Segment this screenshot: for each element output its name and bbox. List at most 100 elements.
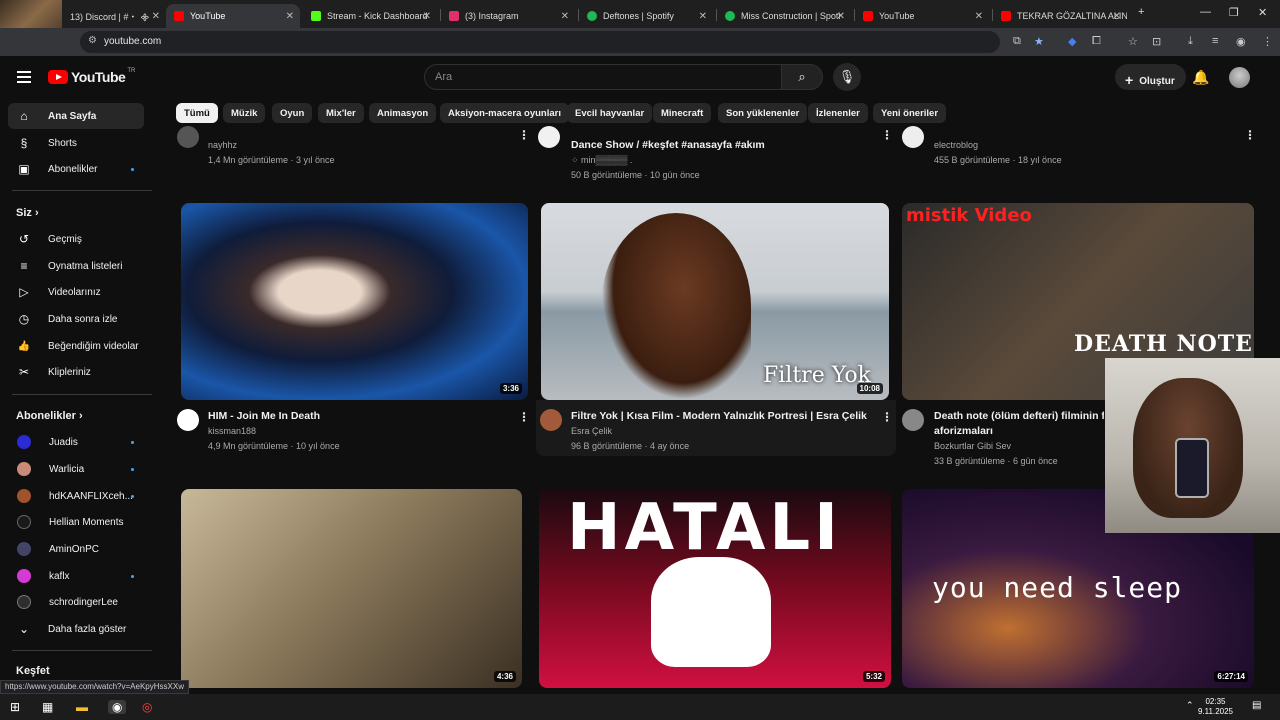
new-tab-button[interactable]: + bbox=[1138, 6, 1144, 18]
video-title[interactable]: Death note (ölüm defteri) filminin fel bbox=[934, 410, 1104, 422]
search-input[interactable]: Ara bbox=[424, 64, 782, 90]
video-title[interactable]: Filtre Yok | Kısa Film - Modern Yalnızlı… bbox=[571, 410, 868, 422]
more-options-icon[interactable]: ⋮ bbox=[518, 128, 530, 142]
tab-discord[interactable]: 13) Discord | #・ ᯽ · ✕ bbox=[62, 4, 166, 28]
channel-avatar[interactable] bbox=[177, 409, 199, 431]
windows-start-icon[interactable]: ⊞ bbox=[10, 700, 20, 714]
youtube-logo[interactable]: YouTube TR bbox=[48, 68, 135, 85]
sidebar-sub-schrodingerlee[interactable]: schrodingerLee bbox=[8, 589, 144, 615]
file-explorer-icon[interactable]: ▬ bbox=[76, 700, 88, 714]
tab-youtube-2[interactable]: YouTube ✕ bbox=[855, 4, 989, 28]
sidebar-heading-subscriptions[interactable]: Abonelikler › bbox=[16, 410, 83, 422]
channel-avatar[interactable] bbox=[902, 409, 924, 431]
favorites-icon[interactable]: ☆ bbox=[1128, 35, 1138, 48]
taskbar-clock[interactable]: 02:35 9.11.2025 bbox=[1198, 697, 1233, 717]
app-icon[interactable]: ◎ bbox=[142, 700, 152, 714]
channel-avatar[interactable] bbox=[177, 126, 199, 148]
tab-kick[interactable]: Stream - Kick Dashboard ✕ bbox=[303, 4, 437, 28]
hamburger-menu-icon[interactable] bbox=[17, 71, 31, 86]
chip-gaming[interactable]: Oyun bbox=[272, 103, 313, 123]
close-icon[interactable]: ✕ bbox=[1113, 11, 1121, 22]
chrome-icon[interactable]: ◉ bbox=[108, 700, 127, 714]
video-title[interactable]: Dance Show / #keşfet #anasayfa #akım bbox=[571, 139, 765, 151]
video-title-line2[interactable]: aforizmaları bbox=[934, 425, 1104, 437]
close-icon[interactable]: ✕ bbox=[699, 11, 707, 22]
menu-icon[interactable]: ⋮ bbox=[1262, 35, 1273, 48]
user-avatar[interactable] bbox=[1229, 67, 1250, 88]
chip-music[interactable]: Müzik bbox=[223, 103, 266, 123]
sidebar-sub-kaflx[interactable]: kaflx bbox=[8, 563, 144, 589]
video-thumbnail[interactable]: Filtre Yok 10:08 bbox=[541, 203, 889, 400]
sidebar-item-shorts[interactable]: § Shorts bbox=[8, 130, 144, 156]
more-options-icon[interactable]: ⋮ bbox=[518, 410, 530, 424]
chip-all[interactable]: Tümü bbox=[176, 103, 218, 123]
channel-name[interactable]: Esra Çelik bbox=[571, 426, 612, 436]
tab-spotify-miss[interactable]: Miss Construction | Spoti ✕ bbox=[717, 4, 851, 28]
close-window-icon[interactable]: ✕ bbox=[1258, 6, 1267, 19]
chip-minecraft[interactable]: Minecraft bbox=[653, 103, 712, 123]
chip-watched[interactable]: İzlenenler bbox=[808, 103, 868, 123]
sidebar-item-history[interactable]: ↺ Geçmiş bbox=[8, 226, 144, 252]
tab-youtube-active[interactable]: YouTube ✕ bbox=[166, 4, 300, 28]
sidebar-item-watch-later[interactable]: ◷ Daha sonra izle bbox=[8, 306, 144, 332]
close-icon[interactable]: ✕ bbox=[837, 11, 845, 22]
site-info-icon[interactable]: ⚙ bbox=[88, 35, 97, 46]
video-title[interactable]: HIM - Join Me In Death bbox=[208, 410, 320, 422]
chip-animation[interactable]: Animasyon bbox=[369, 103, 437, 123]
tray-chevron-icon[interactable]: ⌃ bbox=[1186, 700, 1194, 711]
search-button[interactable]: ⌕ bbox=[781, 64, 823, 90]
url-field[interactable]: ⚙ youtube.com bbox=[80, 31, 1000, 53]
extension-icon[interactable]: ◆ bbox=[1068, 35, 1076, 48]
more-options-icon[interactable]: ⋮ bbox=[881, 128, 893, 142]
install-icon[interactable]: ⧉ bbox=[1013, 35, 1021, 48]
more-options-icon[interactable]: ⋮ bbox=[1244, 128, 1256, 142]
channel-avatar[interactable] bbox=[902, 126, 924, 148]
tab-instagram[interactable]: (3) Instagram ✕ bbox=[441, 4, 575, 28]
sidebar-sub-aminonpc[interactable]: AminOnPC bbox=[8, 536, 144, 562]
profile-icon[interactable]: ◉ bbox=[1236, 35, 1246, 48]
minimize-icon[interactable]: — bbox=[1200, 6, 1211, 18]
sidebar-sub-warlicia[interactable]: Warlicia bbox=[8, 456, 144, 482]
sidebar-show-more[interactable]: ⌄ Daha fazla göster bbox=[8, 616, 144, 642]
channel-avatar[interactable] bbox=[540, 409, 562, 431]
task-view-icon[interactable]: ▦ bbox=[42, 700, 53, 714]
notification-center-icon[interactable]: ▤ bbox=[1252, 700, 1261, 711]
bookmark-star-icon[interactable]: ★ bbox=[1034, 35, 1044, 48]
chip-new-to-you[interactable]: Yeni öneriler bbox=[873, 103, 947, 123]
chip-mixes[interactable]: Mix'ler bbox=[318, 103, 364, 123]
video-thumbnail[interactable]: 4:36 bbox=[181, 489, 522, 688]
channel-name[interactable]: ⁘ min▒▒▒▒▒ . bbox=[571, 155, 632, 166]
channel-name[interactable]: nayhhz bbox=[208, 140, 237, 150]
tab-youtube-3[interactable]: TEKRAR GÖZALTINA ALIN ✕ bbox=[993, 4, 1127, 28]
chip-action-adventure[interactable]: Aksiyon-macera oyunları bbox=[440, 103, 569, 123]
sidebar-item-subscriptions[interactable]: ▣ Abonelikler bbox=[8, 156, 144, 182]
video-thumbnail[interactable]: HATALI 5:32 bbox=[539, 489, 891, 688]
chip-pets[interactable]: Evcil hayvanlar bbox=[567, 103, 653, 123]
video-thumbnail[interactable]: 3:36 bbox=[181, 203, 528, 400]
voice-search-button[interactable]: 🎙 bbox=[833, 63, 861, 91]
collections-icon[interactable]: ⊡ bbox=[1152, 35, 1161, 48]
sidebar-sub-juadis[interactable]: Juadis bbox=[8, 429, 144, 455]
download-icon[interactable]: ⤓ bbox=[1188, 35, 1193, 48]
close-icon[interactable]: ✕ bbox=[286, 11, 294, 22]
sidebar-item-home[interactable]: ⌂ Ana Sayfa bbox=[8, 103, 144, 129]
notifications-bell-icon[interactable]: 🔔 bbox=[1192, 69, 1209, 86]
sidebar-sub-hdkaanflix[interactable]: hdKAANFLIXceh... bbox=[8, 483, 144, 509]
tab-spotify-deftones[interactable]: Deftones | Spotify ✕ bbox=[579, 4, 713, 28]
close-icon[interactable]: ✕ bbox=[975, 11, 983, 22]
chip-recently-uploaded[interactable]: Son yüklenenler bbox=[718, 103, 808, 123]
sidebar-item-your-videos[interactable]: ▷ Videolarınız bbox=[8, 279, 144, 305]
close-icon[interactable]: ✕ bbox=[423, 11, 431, 22]
sidebar-item-playlists[interactable]: ≡ Oynatma listeleri bbox=[8, 253, 144, 279]
extensions-puzzle-icon[interactable]: ⧠ bbox=[1092, 35, 1101, 48]
sidebar-item-liked-videos[interactable]: 👍 Beğendiğim videolar bbox=[8, 333, 144, 359]
channel-name[interactable]: Bozkurtlar Gibi Sev bbox=[934, 441, 1011, 451]
channel-name[interactable]: electroblog bbox=[934, 140, 978, 150]
channel-name[interactable]: kissman188 bbox=[208, 426, 256, 436]
close-icon[interactable]: ✕ bbox=[561, 11, 569, 22]
close-icon[interactable]: ✕ bbox=[152, 11, 160, 22]
more-options-icon[interactable]: ⋮ bbox=[881, 410, 893, 424]
restore-icon[interactable]: ❐ bbox=[1229, 6, 1239, 19]
create-button[interactable]: + Oluştur bbox=[1115, 64, 1186, 90]
sidebar-heading-you[interactable]: Siz › bbox=[16, 207, 39, 219]
